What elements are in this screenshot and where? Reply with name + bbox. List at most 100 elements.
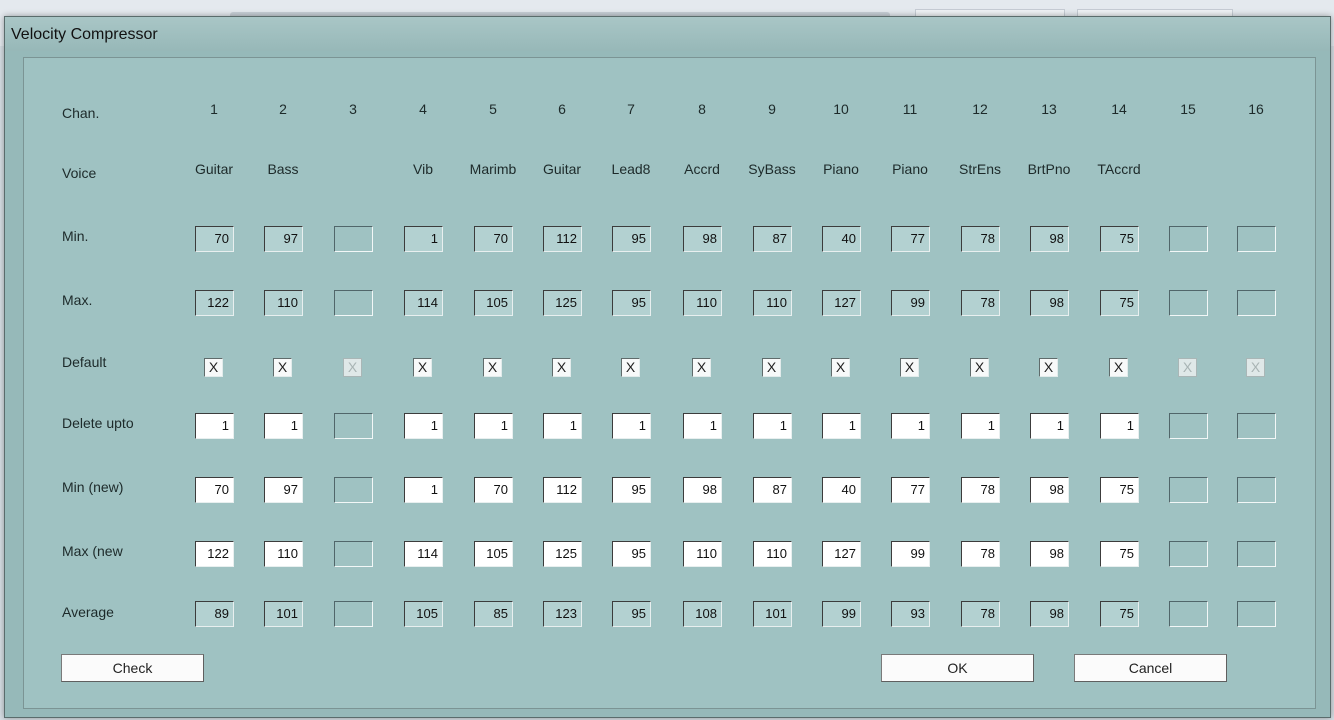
default-checkbox[interactable]: X: [831, 358, 850, 377]
title-bar[interactable]: Velocity Compressor: [5, 17, 1330, 51]
min-new-field[interactable]: 97: [264, 477, 303, 503]
min-new-field[interactable]: 40: [822, 477, 861, 503]
default-checkbox[interactable]: X: [1109, 358, 1128, 377]
check-button[interactable]: Check: [61, 654, 204, 682]
delete-upto-field[interactable]: 1: [961, 413, 1000, 439]
max-new-field[interactable]: 110: [683, 541, 722, 567]
min-field[interactable]: [334, 226, 373, 252]
max-field[interactable]: 110: [683, 290, 722, 316]
average-field[interactable]: 101: [753, 601, 792, 627]
delete-upto-field[interactable]: 1: [753, 413, 792, 439]
min-field[interactable]: [1237, 226, 1276, 252]
max-field[interactable]: [1169, 290, 1208, 316]
delete-upto-field[interactable]: 1: [683, 413, 722, 439]
ok-button[interactable]: OK: [881, 654, 1034, 682]
default-checkbox[interactable]: X: [900, 358, 919, 377]
max-field[interactable]: [1237, 290, 1276, 316]
delete-upto-field[interactable]: [1169, 413, 1208, 439]
max-field[interactable]: 110: [264, 290, 303, 316]
average-field[interactable]: 108: [683, 601, 722, 627]
delete-upto-field[interactable]: 1: [891, 413, 930, 439]
min-field[interactable]: 97: [264, 226, 303, 252]
delete-upto-field[interactable]: 1: [822, 413, 861, 439]
min-new-field[interactable]: 95: [612, 477, 651, 503]
average-field[interactable]: [334, 601, 373, 627]
default-checkbox[interactable]: X: [1039, 358, 1058, 377]
max-field[interactable]: 75: [1100, 290, 1139, 316]
default-checkbox[interactable]: X: [1246, 358, 1265, 377]
default-checkbox[interactable]: X: [621, 358, 640, 377]
min-new-field[interactable]: 70: [474, 477, 513, 503]
delete-upto-field[interactable]: [1237, 413, 1276, 439]
max-field[interactable]: 105: [474, 290, 513, 316]
default-checkbox[interactable]: X: [762, 358, 781, 377]
delete-upto-field[interactable]: [334, 413, 373, 439]
max-field[interactable]: 95: [612, 290, 651, 316]
max-new-field[interactable]: 114: [404, 541, 443, 567]
min-field[interactable]: 95: [612, 226, 651, 252]
max-field[interactable]: 125: [543, 290, 582, 316]
min-new-field[interactable]: 78: [961, 477, 1000, 503]
min-new-field[interactable]: 1: [404, 477, 443, 503]
default-checkbox[interactable]: X: [413, 358, 432, 377]
default-checkbox[interactable]: X: [970, 358, 989, 377]
delete-upto-field[interactable]: 1: [612, 413, 651, 439]
max-new-field[interactable]: 99: [891, 541, 930, 567]
default-checkbox[interactable]: X: [552, 358, 571, 377]
max-field[interactable]: 122: [195, 290, 234, 316]
max-field[interactable]: 127: [822, 290, 861, 316]
min-new-field[interactable]: 98: [683, 477, 722, 503]
min-new-field[interactable]: 77: [891, 477, 930, 503]
min-field[interactable]: 98: [1030, 226, 1069, 252]
max-field[interactable]: 110: [753, 290, 792, 316]
max-field[interactable]: [334, 290, 373, 316]
average-field[interactable]: 98: [1030, 601, 1069, 627]
max-new-field[interactable]: 98: [1030, 541, 1069, 567]
max-new-field[interactable]: 110: [753, 541, 792, 567]
delete-upto-field[interactable]: 1: [264, 413, 303, 439]
max-new-field[interactable]: 127: [822, 541, 861, 567]
average-field[interactable]: 99: [822, 601, 861, 627]
delete-upto-field[interactable]: 1: [1030, 413, 1069, 439]
max-new-field[interactable]: 95: [612, 541, 651, 567]
min-field[interactable]: 98: [683, 226, 722, 252]
max-new-field[interactable]: 110: [264, 541, 303, 567]
cancel-button[interactable]: Cancel: [1074, 654, 1227, 682]
max-new-field[interactable]: 125: [543, 541, 582, 567]
default-checkbox[interactable]: X: [204, 358, 223, 377]
default-checkbox[interactable]: X: [343, 358, 362, 377]
average-field[interactable]: 75: [1100, 601, 1139, 627]
delete-upto-field[interactable]: 1: [1100, 413, 1139, 439]
default-checkbox[interactable]: X: [1178, 358, 1197, 377]
delete-upto-field[interactable]: 1: [543, 413, 582, 439]
max-field[interactable]: 98: [1030, 290, 1069, 316]
average-field[interactable]: [1169, 601, 1208, 627]
min-field[interactable]: 70: [195, 226, 234, 252]
min-field[interactable]: 1: [404, 226, 443, 252]
average-field[interactable]: 85: [474, 601, 513, 627]
max-field[interactable]: 99: [891, 290, 930, 316]
max-new-field[interactable]: 75: [1100, 541, 1139, 567]
default-checkbox[interactable]: X: [692, 358, 711, 377]
min-new-field[interactable]: [1237, 477, 1276, 503]
delete-upto-field[interactable]: 1: [195, 413, 234, 439]
min-new-field[interactable]: [334, 477, 373, 503]
max-new-field[interactable]: [1169, 541, 1208, 567]
delete-upto-field[interactable]: 1: [404, 413, 443, 439]
min-new-field[interactable]: [1169, 477, 1208, 503]
min-new-field[interactable]: 75: [1100, 477, 1139, 503]
max-new-field[interactable]: [334, 541, 373, 567]
min-new-field[interactable]: 112: [543, 477, 582, 503]
min-field[interactable]: 70: [474, 226, 513, 252]
min-field[interactable]: 77: [891, 226, 930, 252]
min-field[interactable]: [1169, 226, 1208, 252]
default-checkbox[interactable]: X: [273, 358, 292, 377]
min-field[interactable]: 87: [753, 226, 792, 252]
max-new-field[interactable]: 78: [961, 541, 1000, 567]
max-field[interactable]: 78: [961, 290, 1000, 316]
default-checkbox[interactable]: X: [483, 358, 502, 377]
min-new-field[interactable]: 70: [195, 477, 234, 503]
min-field[interactable]: 40: [822, 226, 861, 252]
average-field[interactable]: 95: [612, 601, 651, 627]
average-field[interactable]: 123: [543, 601, 582, 627]
